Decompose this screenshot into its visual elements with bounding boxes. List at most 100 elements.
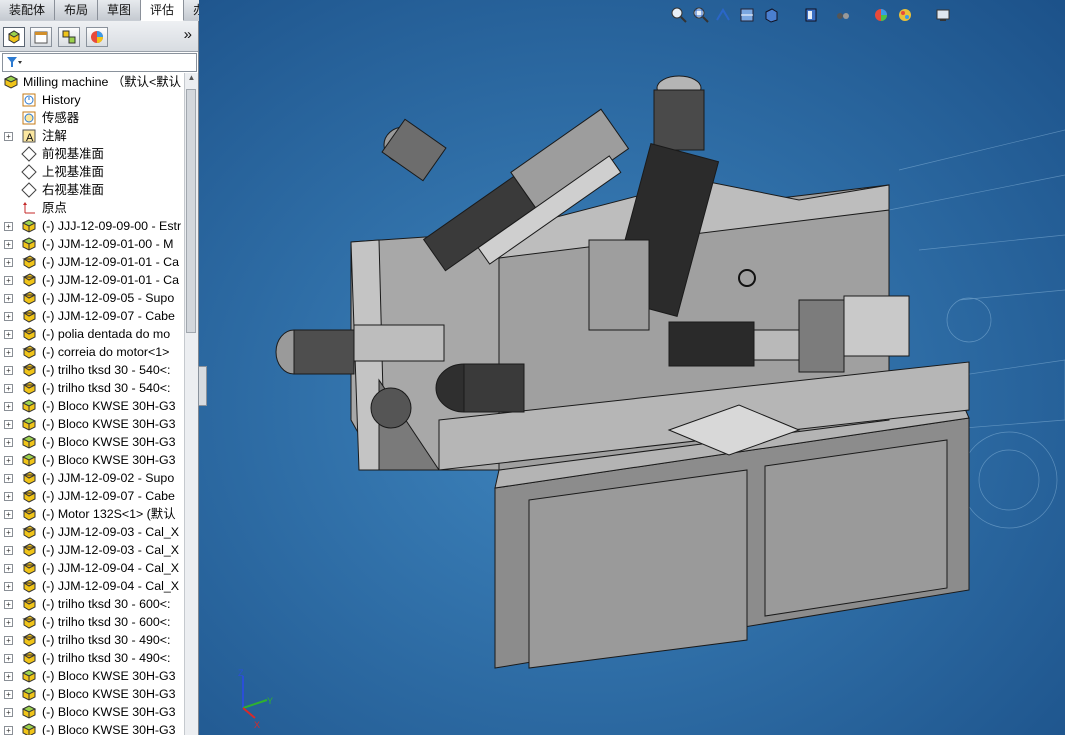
tree-item[interactable]: + (-) Bloco KWSE 30H-G3 xyxy=(0,667,184,685)
expand-toggle[interactable]: + xyxy=(4,258,13,267)
tree-item[interactable]: 上视基准面 xyxy=(0,163,184,181)
expand-toggle[interactable]: + xyxy=(4,420,13,429)
tree-item[interactable]: + (-) trilho tksd 30 - 600<: xyxy=(0,613,184,631)
tree-filter-box[interactable] xyxy=(2,53,197,72)
expand-toggle[interactable]: + xyxy=(4,132,13,141)
expand-toggle[interactable]: + xyxy=(4,438,13,447)
tree-item[interactable]: 传感器 xyxy=(0,109,184,127)
expand-toggle[interactable]: + xyxy=(4,330,13,339)
tree-item[interactable]: + (-) JJM-12-09-01-00 - M xyxy=(0,235,184,253)
expand-toggle[interactable]: + xyxy=(4,222,13,231)
tree-item[interactable]: + (-) JJM-12-09-04 - Cal_X xyxy=(0,559,184,577)
origin-icon xyxy=(23,202,35,214)
tree-item[interactable]: + (-) trilho tksd 30 - 540<: xyxy=(0,361,184,379)
expand-toggle[interactable]: + xyxy=(4,456,13,465)
expand-toggle[interactable]: + xyxy=(4,708,13,717)
tree-root-label: Milling machine （默认<默认 xyxy=(23,75,182,89)
tree-item[interactable]: + (-) JJM-12-09-02 - Supo xyxy=(0,469,184,487)
tree-item[interactable]: 前视基准面 xyxy=(0,145,184,163)
expand-toggle[interactable]: + xyxy=(4,582,13,591)
edit-appearance-icon[interactable] xyxy=(872,6,890,24)
expand-toggle[interactable]: + xyxy=(4,510,13,519)
section-view-icon[interactable] xyxy=(738,6,756,24)
tab-sketch[interactable]: 草图 xyxy=(98,0,142,20)
tree-item[interactable]: + (-) JJJ-12-09-09-00 - Estr xyxy=(0,217,184,235)
expand-toggle[interactable]: + xyxy=(4,492,13,501)
expand-toggle[interactable]: + xyxy=(4,690,13,699)
previous-view-icon[interactable] xyxy=(714,6,732,24)
tree-item[interactable]: + (-) trilho tksd 30 - 490<: xyxy=(0,631,184,649)
tree-item[interactable]: + (-) Bloco KWSE 30H-G3 xyxy=(0,451,184,469)
expand-toggle[interactable]: + xyxy=(4,474,13,483)
tree-item[interactable]: + (-) JJM-12-09-07 - Cabe xyxy=(0,307,184,325)
zoom-area-icon[interactable] xyxy=(692,6,710,24)
view-orientation-icon[interactable] xyxy=(762,6,780,24)
tree-item[interactable]: + (-) JJM-12-09-04 - Cal_X xyxy=(0,577,184,595)
part-icon xyxy=(22,579,36,593)
tree-item[interactable]: + (-) polia dentada do mo xyxy=(0,325,184,343)
panel-collapse-handle[interactable] xyxy=(198,366,207,406)
part-icon xyxy=(22,273,36,287)
tree-item[interactable]: + (-) Bloco KWSE 30H-G3 xyxy=(0,685,184,703)
tree-item[interactable]: + (-) trilho tksd 30 - 540<: xyxy=(0,379,184,397)
tree-item[interactable]: + (-) correia do motor<1> xyxy=(0,343,184,361)
expand-toggle[interactable]: + xyxy=(4,672,13,681)
expand-toggle[interactable]: + xyxy=(4,726,13,735)
hide-show-icon[interactable] xyxy=(834,6,852,24)
tree-item[interactable]: + A 注解 xyxy=(0,127,184,145)
expand-toggle[interactable]: + xyxy=(4,636,13,645)
tree-item[interactable]: + (-) Bloco KWSE 30H-G3 xyxy=(0,415,184,433)
expand-toggle[interactable]: + xyxy=(4,528,13,537)
propertymanager-tab[interactable] xyxy=(30,27,52,47)
expand-toggle[interactable]: + xyxy=(4,312,13,321)
tree-item[interactable]: + (-) Bloco KWSE 30H-G3 xyxy=(0,397,184,415)
tree-item[interactable]: + (-) Bloco KWSE 30H-G3 xyxy=(0,433,184,451)
display-style-icon[interactable] xyxy=(802,6,820,24)
view-settings-icon[interactable] xyxy=(934,6,952,24)
tree-root-assembly[interactable]: Milling machine （默认<默认 xyxy=(0,73,184,91)
part-icon xyxy=(22,633,36,647)
tree-item[interactable]: + (-) JJM-12-09-01-01 - Ca xyxy=(0,271,184,289)
tree-item[interactable]: + (-) trilho tksd 30 - 490<: xyxy=(0,649,184,667)
expand-toggle[interactable]: + xyxy=(4,348,13,357)
tree-item[interactable]: + (-) JJM-12-09-03 - Cal_X xyxy=(0,523,184,541)
tree-item[interactable]: + (-) Motor 132S<1> (默认 xyxy=(0,505,184,523)
tree-item[interactable]: + (-) JJM-12-09-01-01 - Ca xyxy=(0,253,184,271)
expand-toggle[interactable]: + xyxy=(4,294,13,303)
tree-item[interactable]: + (-) Bloco KWSE 30H-G3 xyxy=(0,703,184,721)
apply-scene-icon[interactable] xyxy=(896,6,914,24)
tree-item[interactable]: 右视基准面 xyxy=(0,181,184,199)
configurationmanager-tab[interactable] xyxy=(58,27,80,47)
expand-toggle[interactable]: + xyxy=(4,564,13,573)
tree-item[interactable]: + (-) trilho tksd 30 - 600<: xyxy=(0,595,184,613)
expand-toggle[interactable]: + xyxy=(4,654,13,663)
displaymanager-tab[interactable] xyxy=(86,27,108,47)
tree-item[interactable]: + (-) JJM-12-09-07 - Cabe xyxy=(0,487,184,505)
tree-item[interactable]: + (-) JJM-12-09-05 - Supo xyxy=(0,289,184,307)
featuremanager-tab[interactable] xyxy=(3,27,25,47)
tree-item[interactable]: + (-) JJM-12-09-03 - Cal_X xyxy=(0,541,184,559)
expand-toggle[interactable]: + xyxy=(4,546,13,555)
expand-toggle[interactable]: + xyxy=(4,600,13,609)
tab-assembly[interactable]: 装配体 xyxy=(0,0,56,20)
expand-toggle[interactable]: + xyxy=(4,618,13,627)
tree-item[interactable]: 原点 xyxy=(0,199,184,217)
panel-more-button[interactable]: » xyxy=(184,26,192,43)
expand-toggle[interactable]: + xyxy=(4,402,13,411)
part-icon xyxy=(22,309,36,323)
scrollbar-thumb[interactable] xyxy=(186,89,196,333)
expand-toggle[interactable]: + xyxy=(4,276,13,285)
tab-layout[interactable]: 布局 xyxy=(55,0,99,20)
expand-toggle[interactable]: + xyxy=(4,240,13,249)
expand-toggle[interactable]: + xyxy=(4,384,13,393)
tree-item-label: 原点 xyxy=(42,201,67,215)
graphics-viewport[interactable]: Z Y X xyxy=(199,0,1065,735)
zoom-to-fit-icon[interactable] xyxy=(670,6,688,24)
tree-item[interactable]: History xyxy=(0,91,184,109)
tree-item[interactable]: + (-) Bloco KWSE 30H-G3 xyxy=(0,721,184,735)
scroll-up-arrow[interactable]: ▲ xyxy=(185,73,198,87)
tab-evaluate[interactable]: 评估 xyxy=(141,0,185,21)
tree-item-label: (-) JJM-12-09-04 - Cal_X xyxy=(42,561,180,575)
expand-toggle[interactable]: + xyxy=(4,366,13,375)
tree-scrollbar[interactable]: ▲ xyxy=(184,73,198,735)
